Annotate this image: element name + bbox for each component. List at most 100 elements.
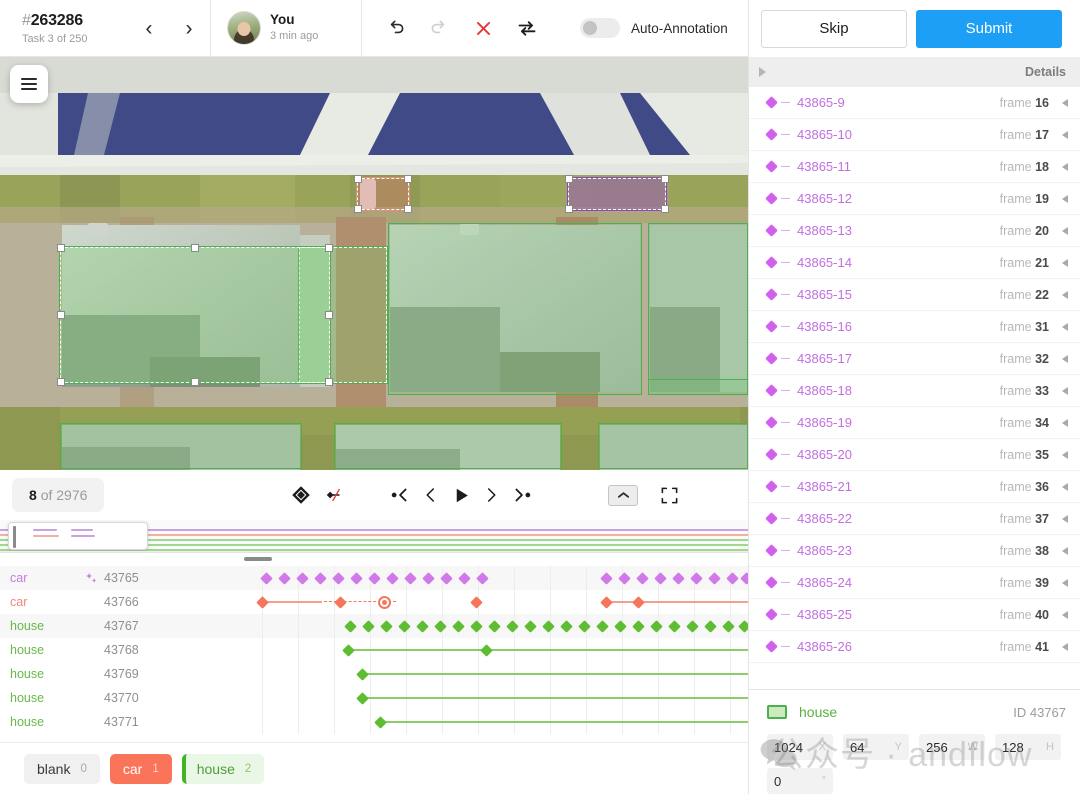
- keyframe[interactable]: [333, 595, 347, 609]
- step-forward-icon[interactable]: [476, 480, 506, 510]
- resize-handle[interactable]: [57, 378, 65, 386]
- timeline-row[interactable]: car 43765: [0, 566, 748, 590]
- keyframe[interactable]: [523, 619, 537, 633]
- detail-row[interactable]: 43865-13 frame 20: [749, 215, 1080, 247]
- timeline-row[interactable]: house 43768: [0, 638, 748, 662]
- keyframe[interactable]: [415, 619, 429, 633]
- keyframe[interactable]: [505, 619, 519, 633]
- delete-keyframe-icon[interactable]: [316, 480, 346, 510]
- jump-to-frame-icon[interactable]: [1062, 450, 1068, 459]
- auto-annotation-toggle[interactable]: [580, 18, 620, 38]
- detail-row[interactable]: 43865-26 frame 41: [749, 631, 1080, 663]
- next-keyframe-icon[interactable]: [506, 480, 536, 510]
- keyframe[interactable]: [255, 595, 269, 609]
- jump-to-frame-icon[interactable]: [1062, 130, 1068, 139]
- detail-row[interactable]: 43865-22 frame 37: [749, 503, 1080, 535]
- keyframe[interactable]: [355, 667, 369, 681]
- track-keyframes[interactable]: [244, 686, 748, 710]
- detail-row[interactable]: 43865-10 frame 17: [749, 119, 1080, 151]
- jump-to-frame-icon[interactable]: [1062, 194, 1068, 203]
- image-canvas[interactable]: [0, 57, 748, 470]
- menu-button[interactable]: [10, 65, 48, 103]
- keyframe[interactable]: [469, 619, 483, 633]
- detail-row[interactable]: 43865-14 frame 21: [749, 247, 1080, 279]
- resize-handle[interactable]: [565, 175, 573, 183]
- collapse-panel-icon[interactable]: [608, 484, 638, 506]
- track-keyframes[interactable]: [244, 566, 748, 590]
- minimap-viewport-handle[interactable]: [8, 522, 148, 550]
- keyframe[interactable]: [373, 715, 387, 729]
- keyframe[interactable]: [595, 619, 609, 633]
- detail-row[interactable]: 43865-21 frame 36: [749, 471, 1080, 503]
- step-back-icon[interactable]: [416, 480, 446, 510]
- keyframe[interactable]: [577, 619, 591, 633]
- resize-handle[interactable]: [565, 205, 573, 213]
- jump-to-frame-icon[interactable]: [1062, 226, 1068, 235]
- timeline-minimap[interactable]: [0, 520, 748, 552]
- jump-to-frame-icon[interactable]: [1062, 386, 1068, 395]
- fullscreen-icon[interactable]: [654, 480, 684, 510]
- timeline-row[interactable]: car 43766: [0, 590, 748, 614]
- jump-to-frame-icon[interactable]: [1062, 354, 1068, 363]
- label-chip-blank[interactable]: blank 0: [24, 753, 100, 784]
- keyframe-selected[interactable]: [377, 595, 391, 609]
- jump-to-frame-icon[interactable]: [1062, 642, 1068, 651]
- prev-task-button[interactable]: ‹: [138, 14, 160, 42]
- timeline-row[interactable]: house 43771: [0, 710, 748, 734]
- jump-to-frame-icon[interactable]: [1062, 578, 1068, 587]
- track-keyframes[interactable]: [244, 590, 748, 614]
- keyframe[interactable]: [341, 643, 355, 657]
- resize-handle[interactable]: [404, 205, 412, 213]
- house-box[interactable]: [648, 223, 748, 395]
- house-box[interactable]: [60, 423, 302, 469]
- house-box[interactable]: [598, 423, 748, 469]
- keyframe[interactable]: [613, 619, 627, 633]
- move-keyframe-icon[interactable]: [286, 480, 316, 510]
- house-box[interactable]: [388, 223, 642, 395]
- resize-handle[interactable]: [191, 244, 199, 252]
- detail-row[interactable]: 43865-23 frame 38: [749, 535, 1080, 567]
- detail-row[interactable]: 43865-11 frame 18: [749, 151, 1080, 183]
- keyframe[interactable]: [487, 619, 501, 633]
- label-chip-car[interactable]: car 1: [109, 753, 172, 784]
- next-task-button[interactable]: ›: [178, 14, 200, 42]
- keyframe[interactable]: [479, 643, 493, 657]
- expand-triangle-icon[interactable]: [759, 67, 766, 77]
- keyframe[interactable]: [649, 619, 663, 633]
- resize-handle[interactable]: [325, 378, 333, 386]
- keyframe[interactable]: [703, 619, 717, 633]
- detail-row[interactable]: 43865-16 frame 31: [749, 311, 1080, 343]
- details-header[interactable]: Details: [749, 57, 1080, 87]
- house-box-selected[interactable]: [57, 244, 333, 386]
- coord-field-w[interactable]: W: [919, 734, 985, 760]
- undo-icon[interactable]: [384, 17, 406, 39]
- detail-row[interactable]: 43865-24 frame 39: [749, 567, 1080, 599]
- skip-button[interactable]: Skip: [761, 9, 907, 48]
- keyframe[interactable]: [361, 619, 375, 633]
- prev-keyframe-icon[interactable]: [386, 480, 416, 510]
- timeline-row[interactable]: house 43769: [0, 662, 748, 686]
- detail-row[interactable]: 43865-17 frame 32: [749, 343, 1080, 375]
- jump-to-frame-icon[interactable]: [1062, 322, 1068, 331]
- resize-handle[interactable]: [404, 175, 412, 183]
- resize-handle[interactable]: [57, 244, 65, 252]
- detail-row[interactable]: 43865-15 frame 22: [749, 279, 1080, 311]
- jump-to-frame-icon[interactable]: [1062, 290, 1068, 299]
- keyframe[interactable]: [559, 619, 573, 633]
- resize-handle[interactable]: [57, 311, 65, 319]
- resize-handle[interactable]: [354, 205, 362, 213]
- detail-row[interactable]: 43865-19 frame 34: [749, 407, 1080, 439]
- jump-to-frame-icon[interactable]: [1062, 98, 1068, 107]
- keyframe[interactable]: [379, 619, 393, 633]
- keyframe[interactable]: [355, 691, 369, 705]
- resize-handle[interactable]: [354, 175, 362, 183]
- house-box[interactable]: [334, 423, 562, 469]
- jump-to-frame-icon[interactable]: [1062, 418, 1068, 427]
- timeline-scrubber[interactable]: [244, 557, 272, 561]
- keyframe[interactable]: [631, 619, 645, 633]
- detail-row[interactable]: 43865-20 frame 35: [749, 439, 1080, 471]
- resize-handle[interactable]: [191, 378, 199, 386]
- keyframe[interactable]: [451, 619, 465, 633]
- keyframe[interactable]: [721, 619, 735, 633]
- jump-to-frame-icon[interactable]: [1062, 610, 1068, 619]
